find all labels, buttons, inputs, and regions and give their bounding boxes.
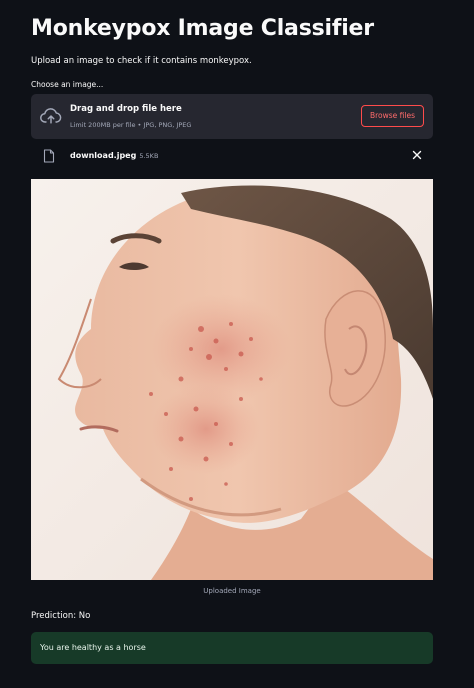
success-message: You are healthy as a horse (40, 643, 146, 652)
image-caption: Uploaded Image (203, 587, 261, 595)
uploaded-image (31, 179, 433, 580)
file-name-text: download.jpeg (70, 151, 137, 160)
uploader-label: Choose an image... (31, 80, 104, 89)
page-subtitle: Upload an image to check if it contains … (31, 56, 252, 66)
file-icon (43, 149, 55, 163)
page-title: Monkeypox Image Classifier (31, 16, 374, 41)
app-page: Monkeypox Image Classifier Upload an ima… (0, 0, 474, 688)
uploaded-photo (31, 179, 433, 580)
close-icon[interactable] (411, 149, 423, 161)
dropzone-title: Drag and drop file here (70, 104, 182, 114)
file-name: download.jpeg 5.5KB (70, 151, 158, 160)
prediction-text: Prediction: No (31, 611, 91, 621)
success-alert: You are healthy as a horse (31, 632, 433, 664)
file-dropzone[interactable]: Drag and drop file here Limit 200MB per … (31, 94, 433, 139)
uploaded-file-row: download.jpeg 5.5KB (31, 145, 433, 167)
cloud-upload-icon (40, 108, 62, 124)
file-size: 5.5KB (139, 152, 159, 160)
browse-files-button[interactable]: Browse files (360, 105, 424, 127)
dropzone-limit: Limit 200MB per file • JPG, PNG, JPEG (70, 121, 192, 129)
